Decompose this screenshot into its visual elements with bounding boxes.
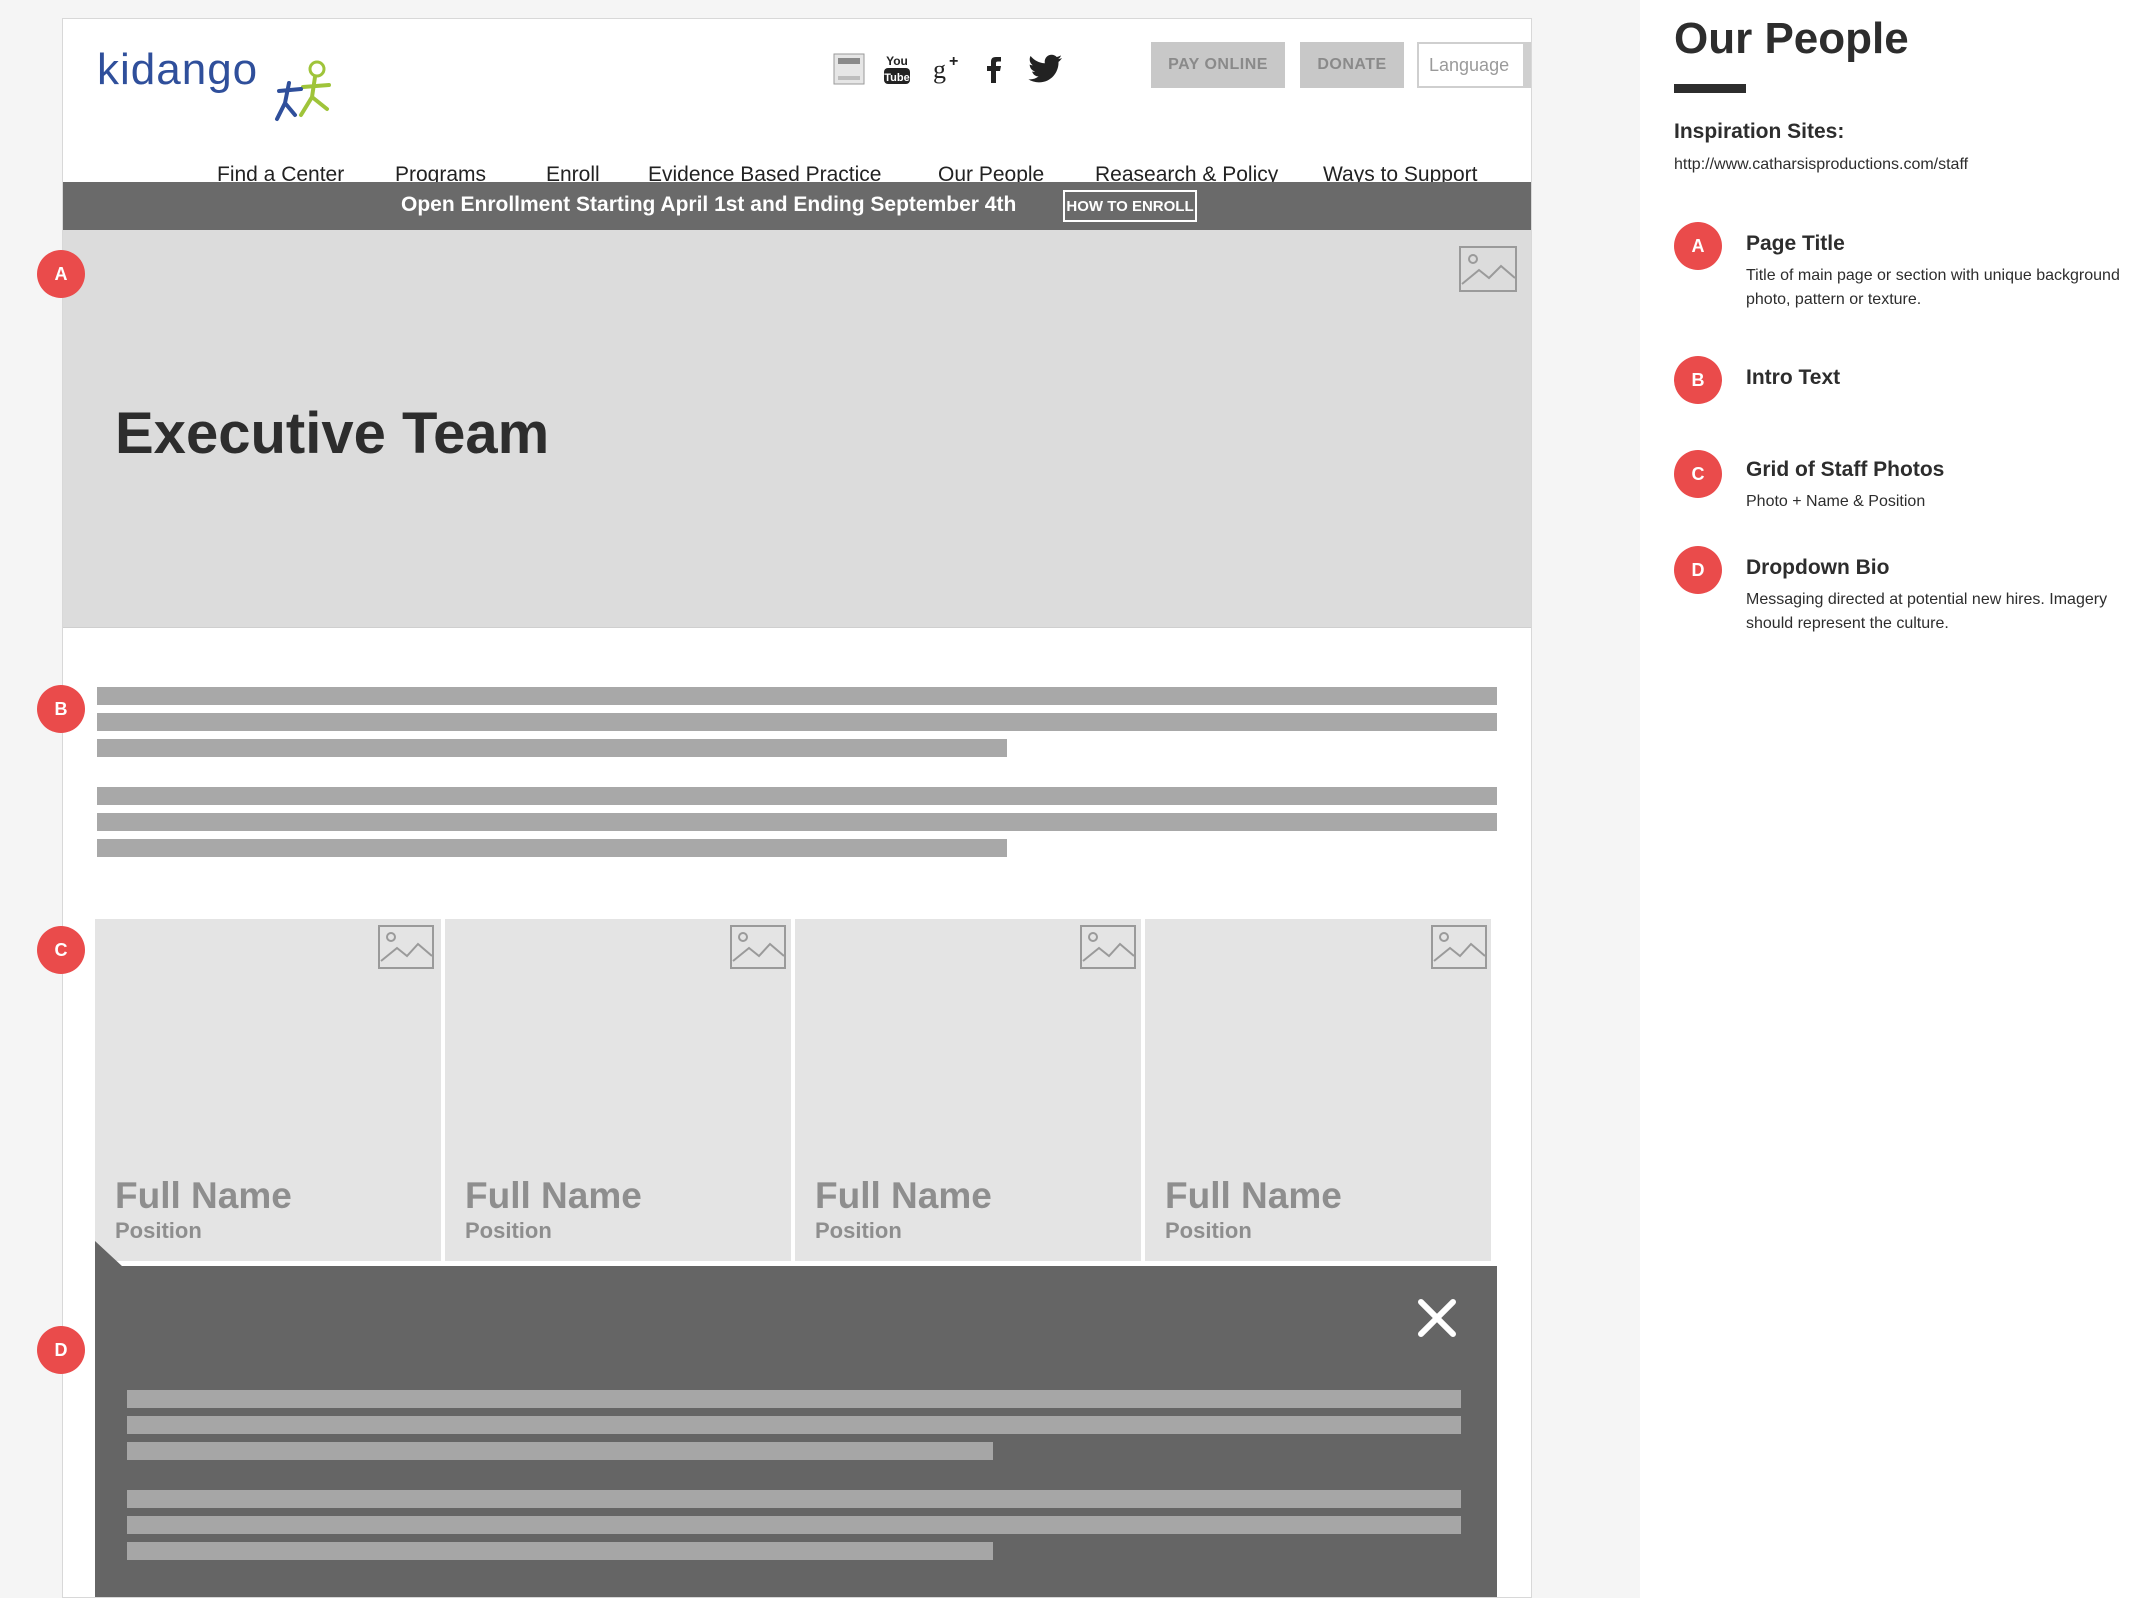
svg-text:g: g	[933, 55, 946, 84]
marker-c: C	[37, 926, 85, 974]
inspiration-link[interactable]: http://www.catharsisproductions.com/staf…	[1674, 156, 1968, 174]
wireframe-page: kidango You Tube g + PAY ONLINE DONATE Lan…	[62, 18, 1532, 1598]
title-underline	[1674, 84, 1746, 93]
image-placeholder-icon	[1459, 246, 1517, 292]
language-select-value: Language	[1429, 54, 1510, 75]
logo-text: kidango	[97, 45, 259, 94]
bio-text-line	[127, 1542, 993, 1560]
twitter-icon[interactable]	[1023, 49, 1069, 89]
staff-name: Full Name	[1165, 1175, 1342, 1216]
annotation-desc: Title of main page or section with uniqu…	[1746, 267, 2120, 308]
svg-text:You: You	[886, 54, 908, 68]
donate-button[interactable]: DONATE	[1300, 42, 1404, 88]
language-select[interactable]: Language	[1417, 42, 1531, 88]
facebook-icon[interactable]	[975, 49, 1011, 89]
intro-text-line	[97, 739, 1007, 757]
image-placeholder-icon	[1080, 925, 1136, 969]
youtube-icon[interactable]: You Tube	[877, 49, 917, 89]
intro-text-line	[97, 687, 1497, 705]
close-icon[interactable]	[1413, 1294, 1461, 1342]
annotation-title: Grid of Staff Photos	[1746, 458, 1945, 481]
logo-figures-icon	[275, 60, 331, 121]
how-to-enroll-button[interactable]: HOW TO ENROLL	[1063, 190, 1197, 222]
staff-position: Position	[465, 1218, 552, 1243]
panel-marker-a: A	[1674, 222, 1722, 270]
marker-a: A	[37, 250, 85, 298]
annotation-title: Page Title	[1746, 232, 1845, 255]
bio-text-line	[127, 1490, 1461, 1508]
intro-text-line	[97, 839, 1007, 857]
dropdown-bio	[95, 1266, 1497, 1597]
marker-b: B	[37, 685, 85, 733]
enrollment-banner: Open Enrollment Starting April 1st and E…	[63, 182, 1531, 230]
svg-text:+: +	[949, 53, 958, 70]
staff-name: Full Name	[115, 1175, 292, 1216]
inspiration-label: Inspiration Sites:	[1674, 120, 1845, 143]
annotation-title: Intro Text	[1746, 366, 1841, 389]
staff-position: Position	[815, 1218, 902, 1243]
banner-text: Open Enrollment Starting April 1st and E…	[401, 193, 1017, 216]
marker-d: D	[37, 1326, 85, 1374]
staff-card[interactable]: Full Name Position	[445, 919, 791, 1261]
intro-text-line	[97, 787, 1497, 805]
bio-text-line	[127, 1416, 1461, 1434]
staff-name: Full Name	[465, 1175, 642, 1216]
staff-position: Position	[1165, 1218, 1252, 1243]
panel-marker-c: C	[1674, 450, 1722, 498]
image-placeholder-icon	[378, 925, 434, 969]
staff-card[interactable]: Full Name Position	[795, 919, 1141, 1261]
image-placeholder-icon	[730, 925, 786, 969]
image-placeholder-icon	[1431, 925, 1487, 969]
page-title: Executive Team	[115, 401, 550, 466]
staff-card[interactable]: Full Name Position	[95, 919, 441, 1261]
panel-marker-b: B	[1674, 356, 1722, 404]
staff-name: Full Name	[815, 1175, 992, 1216]
panel-marker-d: D	[1674, 546, 1722, 594]
smile-icon[interactable]	[829, 49, 869, 89]
annotation-desc: Photo + Name & Position	[1746, 493, 1926, 510]
intro-text-line	[97, 813, 1497, 831]
page-title-hero: Executive Team	[63, 230, 1531, 628]
staff-position: Position	[115, 1218, 202, 1243]
annotation-title: Dropdown Bio	[1746, 556, 1890, 579]
bio-pointer	[95, 1241, 123, 1267]
pay-online-button[interactable]: PAY ONLINE	[1151, 42, 1285, 88]
bio-text-line	[127, 1516, 1461, 1534]
svg-text:Tube: Tube	[884, 72, 909, 84]
panel-title: Our People	[1674, 14, 1909, 63]
annotation-panel: Our People Inspiration Sites: http://www…	[1640, 0, 2134, 1598]
kidango-logo[interactable]: kidango	[97, 37, 337, 137]
bio-text-line	[127, 1390, 1461, 1408]
chevron-down-icon	[1523, 44, 1531, 86]
annotation-desc: Messaging directed at potential new hire…	[1746, 591, 2108, 632]
bio-text-line	[127, 1442, 993, 1460]
google-plus-icon[interactable]: g +	[927, 49, 967, 89]
staff-card[interactable]: Full Name Position	[1145, 919, 1491, 1261]
intro-text-line	[97, 713, 1497, 731]
